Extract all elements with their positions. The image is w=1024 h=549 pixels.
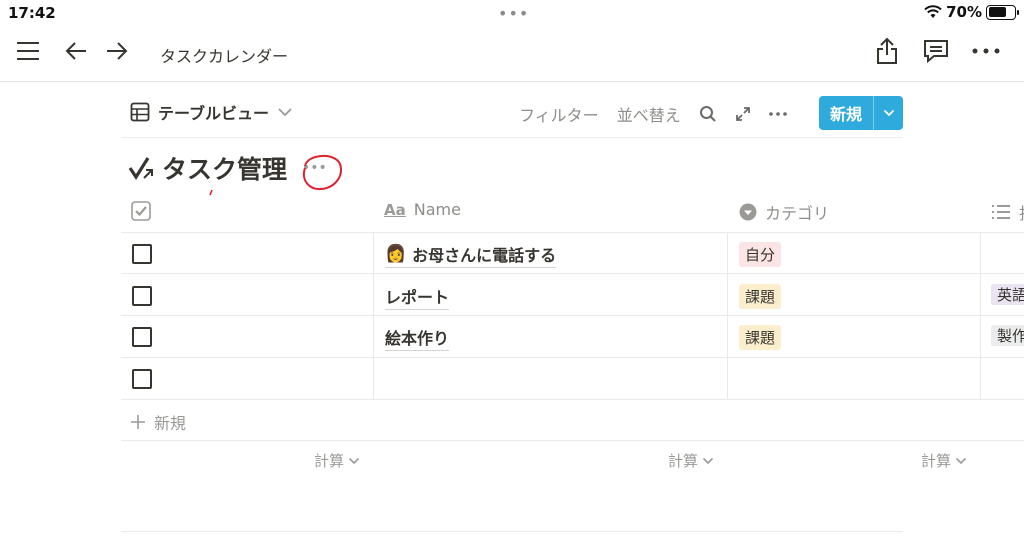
select-all-checkbox[interactable] [131,201,151,225]
bottom-divider [121,531,903,532]
sort-button[interactable]: 並べ替え [617,102,681,126]
checkmark-icon [128,156,158,186]
battery-percent: 70% [946,3,982,21]
new-button-dropdown[interactable] [873,96,903,130]
row-divider [121,273,1024,274]
fourth-column-tag[interactable]: 英語 [991,284,1024,305]
view-switcher[interactable]: テーブルビュー [130,100,293,124]
red-circle-annotation [303,155,342,191]
back-arrow-icon[interactable] [61,36,91,66]
table-row-name[interactable]: 絵本作り [385,325,450,351]
fourth-column-tag[interactable]: 製作 [991,325,1024,346]
forward-arrow-icon[interactable] [102,36,132,66]
expand-icon[interactable] [735,106,751,122]
status-indicators: 70% [924,3,1019,21]
new-button[interactable]: 新規 [819,96,903,130]
divider [121,137,903,138]
fourth-column-cell[interactable]: 製作 [991,325,1024,346]
new-button-label[interactable]: 新規 [819,96,873,130]
menu-icon[interactable] [13,36,43,66]
wifi-icon [924,5,942,18]
column-header-name[interactable]: Aa Name [384,200,461,219]
woman-emoji-icon: 👩 [385,244,407,264]
column-divider [980,232,981,400]
chevron-down-icon [955,457,967,464]
search-icon[interactable] [699,105,717,123]
chevron-down-icon [348,457,360,464]
chevron-down-icon [278,108,292,117]
multitasking-dots[interactable]: ••• [498,4,529,23]
battery-icon [986,4,1019,20]
list-property-icon [992,205,1010,219]
column-header-fourth[interactable]: 担 [991,200,1024,224]
column-header-category[interactable]: カテゴリ [739,200,829,224]
top-navigation-bar: タスクカレンダー [0,28,1024,82]
fourth-column-cell[interactable]: 英語 [991,284,1024,305]
row-divider [121,357,1024,358]
column-divider [727,232,728,400]
database-title[interactable]: タスク管理 [162,150,287,186]
table-icon [130,102,150,122]
row-checkbox[interactable] [132,244,152,264]
text-property-icon: Aa [384,200,406,219]
calc-fourth-column[interactable]: 計算 [921,450,967,471]
row-divider [121,399,1024,400]
share-icon[interactable] [872,36,902,66]
row-divider [121,315,1024,316]
table-row-name[interactable]: レポート [385,284,450,310]
page-title: タスクカレンダー [160,47,289,66]
view-label: テーブルビュー [158,104,270,123]
column-divider [373,232,374,400]
filter-button[interactable]: フィルター [519,102,599,126]
more-options-icon[interactable] [971,36,1001,66]
status-time: 17:42 [8,4,56,22]
chevron-down-icon [883,109,894,117]
add-row-button[interactable]: 新規 [130,410,186,434]
row-checkbox[interactable] [132,369,152,389]
row-divider [121,440,1024,441]
row-divider [121,232,1024,233]
view-more-icon[interactable] [768,112,787,116]
red-mark-annotation [209,189,213,196]
category-tag[interactable]: 課題 [739,284,782,309]
comment-icon[interactable] [921,36,951,66]
category-tag[interactable]: 課題 [739,325,782,350]
row-checkbox[interactable] [132,327,152,347]
category-tag[interactable]: 自分 [739,242,782,267]
row-checkbox[interactable] [132,286,152,306]
table-row-name[interactable]: 👩 お母さんに電話する [385,242,557,268]
view-actions: フィルター 並べ替え [519,102,787,126]
chevron-down-icon [702,457,714,464]
select-property-icon [739,203,757,221]
plus-icon [131,415,145,429]
calc-category-column[interactable]: 計算 [668,450,714,471]
calc-name-column[interactable]: 計算 [314,450,360,471]
